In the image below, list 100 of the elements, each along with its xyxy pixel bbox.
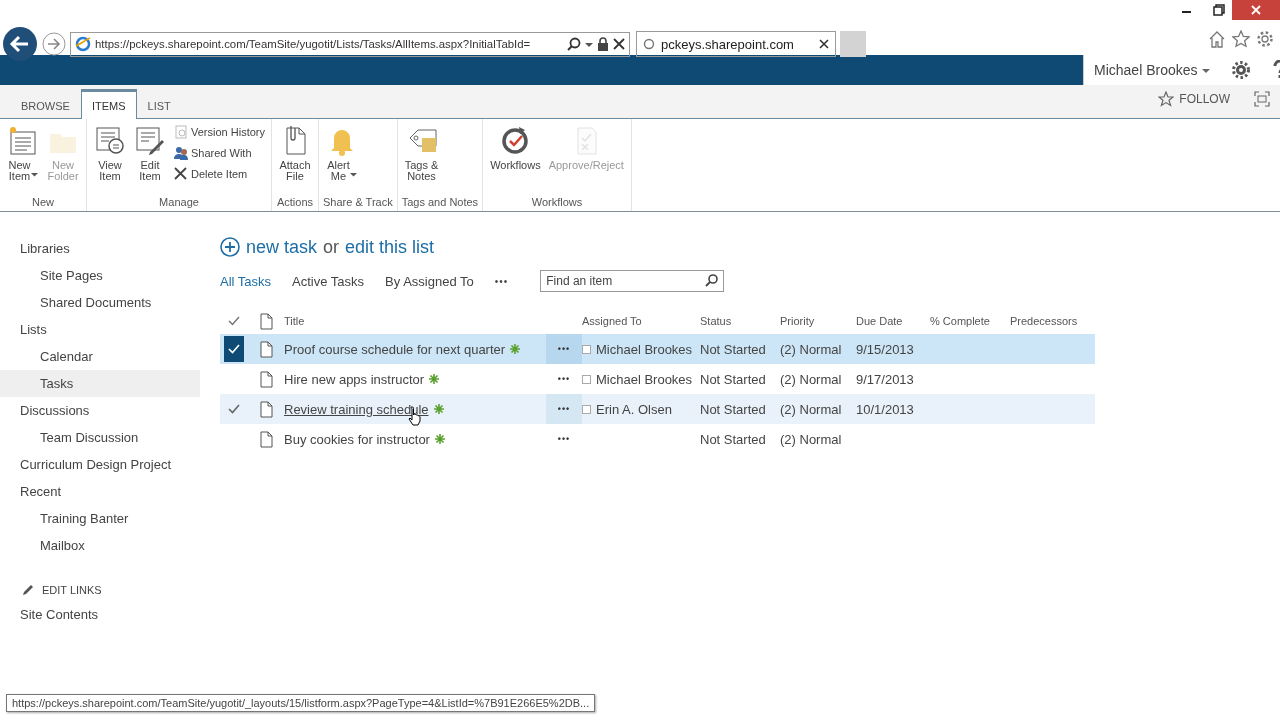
nav-link[interactable]: Tasks xyxy=(0,370,200,397)
ribbon-button[interactable]: Tags & Notes xyxy=(401,124,442,182)
row-checkbox[interactable] xyxy=(224,336,244,362)
edit-links-button[interactable]: EDIT LINKS xyxy=(22,581,102,599)
ribbon-button[interactable]: View Item xyxy=(91,124,129,182)
address-bar[interactable]: https://pckeys.sharepoint.com/TeamSite/yugotit/Lists/Tasks/AllItems.aspx?InitialTabId= xyxy=(70,31,630,57)
table-cell: (2) Normal xyxy=(780,371,842,387)
ribbon-tab[interactable]: BROWSE xyxy=(10,92,81,119)
nav-link[interactable]: Mailbox xyxy=(0,532,200,559)
search-icon[interactable] xyxy=(705,274,719,287)
settings-icon[interactable] xyxy=(1256,30,1274,48)
task-title-link[interactable]: Proof course schedule for next quarter xyxy=(284,341,506,357)
group-label: Manage xyxy=(158,196,200,210)
ribbon-tab[interactable]: ITEMS xyxy=(80,89,137,119)
nav-link[interactable]: Curriculum Design Project xyxy=(0,451,200,478)
view-tab[interactable]: Active Tasks xyxy=(292,273,365,289)
table-cell: Not Started xyxy=(700,341,766,357)
column-header[interactable]: Title xyxy=(284,315,305,327)
select-all-checkmark-icon[interactable] xyxy=(228,316,240,326)
checkmark-icon xyxy=(228,344,240,354)
version-history-icon xyxy=(173,124,188,139)
nav-link[interactable]: Libraries xyxy=(0,235,200,262)
task-title-link[interactable]: Review training schedule xyxy=(284,401,429,417)
item-menu-button[interactable]: ••• xyxy=(546,394,582,424)
nav-link[interactable]: Recent xyxy=(0,478,200,505)
document-icon xyxy=(259,312,273,330)
forward-button[interactable] xyxy=(42,32,66,56)
edit-list-link[interactable]: edit this list xyxy=(345,236,435,258)
task-title-link[interactable]: Hire new apps instructor xyxy=(284,371,425,387)
back-button[interactable] xyxy=(2,26,38,62)
nav-link[interactable]: Calendar xyxy=(0,343,200,370)
table-row[interactable]: Proof course schedule for next quarter ••• Michael Brookes Not Started (2) Normal 9/15/2013 xyxy=(220,334,1095,364)
column-header[interactable]: Assigned To xyxy=(582,315,642,327)
close-icon[interactable] xyxy=(819,39,829,49)
column-header[interactable]: Priority xyxy=(780,315,815,327)
ribbon-button[interactable]: Version History xyxy=(171,124,267,139)
home-icon[interactable] xyxy=(1208,30,1226,48)
table-cell: (2) Normal xyxy=(780,401,842,417)
column-header[interactable]: Due Date xyxy=(856,315,903,327)
settings-icon[interactable] xyxy=(1231,61,1250,79)
ribbon-button[interactable]: Edit Item xyxy=(131,124,169,182)
ribbon-button[interactable]: New Item xyxy=(4,124,42,182)
add-icon[interactable] xyxy=(220,237,240,257)
more-views-button[interactable]: ••• xyxy=(494,275,509,287)
table-row[interactable]: Review training schedule ••• Erin A. Olsen Not Started (2) Normal 10/1/2013 xyxy=(220,394,1095,424)
column-header[interactable]: % Complete xyxy=(930,315,990,327)
column-header[interactable]: Status xyxy=(700,315,732,327)
presence-indicator xyxy=(582,374,591,384)
table-cell: Not Started xyxy=(700,431,766,447)
nav-link[interactable]: Shared Documents xyxy=(0,289,200,316)
column-header[interactable]: Predecessors xyxy=(1010,315,1078,327)
group-label: Actions xyxy=(276,196,314,210)
presence-indicator xyxy=(582,404,591,414)
url-text: https://pckeys.sharepoint.com/TeamSite/yugotit/Lists/Tasks/AllItems.aspx?InitialTabId= xyxy=(95,38,532,50)
view-tab[interactable]: By Assigned To xyxy=(385,273,474,289)
ribbon-button[interactable]: Workflows xyxy=(487,124,544,171)
document-icon xyxy=(259,430,273,448)
search-field[interactable]: Find an item xyxy=(540,270,725,292)
close-icon[interactable] xyxy=(613,38,625,50)
table-cell: Erin A. Olsen xyxy=(596,401,672,417)
close-button[interactable] xyxy=(1232,0,1280,20)
nav-link[interactable]: Team Discussion xyxy=(0,424,200,451)
checkmark-icon xyxy=(228,404,240,414)
table-cell: Michael Brookes xyxy=(596,371,693,387)
nav-link[interactable]: Site Pages xyxy=(0,262,200,289)
group-label: Workflows xyxy=(530,196,584,210)
document-icon xyxy=(259,340,273,358)
table-row[interactable]: Hire new apps instructor ••• Michael Brookes Not Started (2) Normal 9/17/2013 xyxy=(220,364,1095,394)
tab-title: pckeys.sharepoint.com xyxy=(661,36,795,52)
nav-link[interactable]: Lists xyxy=(0,316,200,343)
star-icon xyxy=(1158,91,1175,107)
table-cell: Michael Brookes xyxy=(596,341,693,357)
browser-tab[interactable]: pckeys.sharepoint.com xyxy=(636,31,836,57)
table-row[interactable]: Buy cookies for instructor ••• Not Started (2) Normal xyxy=(220,424,1095,454)
loading-icon xyxy=(643,38,655,50)
star-icon[interactable] xyxy=(1232,30,1250,48)
table-cell: Not Started xyxy=(700,371,766,387)
nav-link[interactable]: Discussions xyxy=(0,397,200,424)
ribbon-button[interactable]: Alert Me xyxy=(323,124,361,182)
task-title-link[interactable]: Buy cookies for instructor xyxy=(284,431,430,447)
item-menu-button[interactable]: ••• xyxy=(546,364,582,394)
ribbon-button[interactable]: Shared With xyxy=(171,145,267,160)
new-task-link[interactable]: new task xyxy=(246,236,318,258)
link-tooltip: https://pckeys.sharepoint.com/TeamSite/yugotit/_layouts/15/listform.aspx?PageType=4&ListId=%7B91E266E5%2DB... xyxy=(6,694,596,712)
item-menu-button[interactable]: ••• xyxy=(546,424,582,454)
table-cell: 9/17/2013 xyxy=(856,371,914,387)
view-tab[interactable]: All Tasks xyxy=(220,273,272,289)
ribbon-tab[interactable]: LIST xyxy=(136,92,182,119)
group-label: Tags and Notes xyxy=(401,196,479,210)
item-menu-button[interactable]: ••• xyxy=(546,334,582,364)
ribbon-button[interactable]: Delete Item xyxy=(171,166,267,181)
group-label: Share & Track xyxy=(323,196,393,210)
table-cell: (2) Normal xyxy=(780,431,842,447)
nav-link[interactable]: Training Banter xyxy=(0,505,200,532)
follow-button[interactable]: FOLLOW xyxy=(1158,91,1230,107)
ribbon-button[interactable]: Attach File xyxy=(276,124,314,182)
nav-link[interactable]: Site Contents xyxy=(0,601,200,628)
search-icon[interactable] xyxy=(567,37,581,51)
focus-icon[interactable] xyxy=(1254,91,1270,107)
browser-logo-icon xyxy=(75,36,91,52)
